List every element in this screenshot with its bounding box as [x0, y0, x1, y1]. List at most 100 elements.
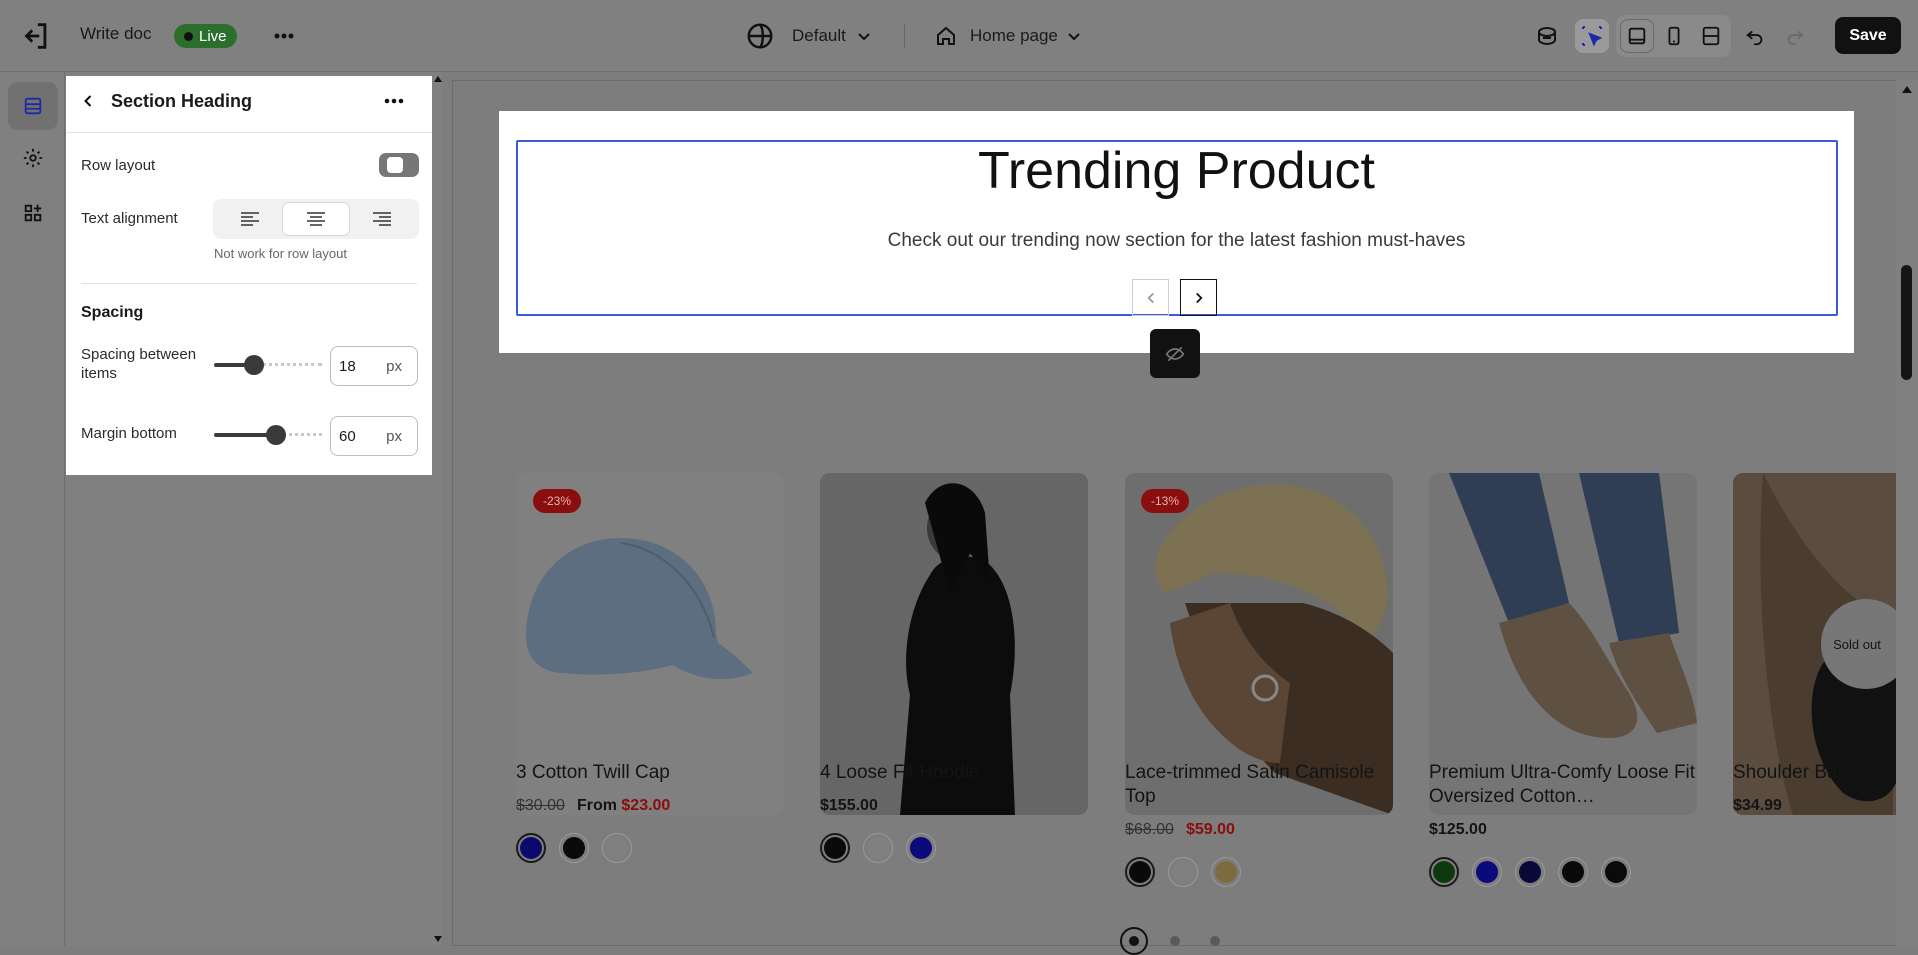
page-selector[interactable]: Home page: [934, 20, 1086, 52]
hide-section-button[interactable]: [1150, 329, 1200, 378]
text-alignment-label: Text alignment: [81, 210, 178, 227]
desktop-view-button[interactable]: [1620, 19, 1654, 53]
inspector-button[interactable]: [1575, 19, 1609, 53]
swatch-black[interactable]: [1125, 857, 1155, 887]
section-heading-title: Trending Product: [978, 142, 1375, 200]
swatch-black-2[interactable]: [1601, 857, 1631, 887]
align-left-button[interactable]: [217, 203, 283, 235]
from-prefix: From: [576, 797, 622, 814]
globe-icon: [747, 23, 773, 49]
panel-header-divider: [66, 132, 432, 133]
spacing-between-input[interactable]: 18 px: [330, 346, 418, 386]
section-subheading: Check out our trending now section for t…: [887, 230, 1466, 251]
carousel-next-button[interactable]: [1180, 279, 1217, 316]
section-divider: [81, 283, 417, 284]
product-name[interactable]: 4 Loose Fit Hoodie: [820, 761, 1088, 785]
product-price: $125.00: [1429, 821, 1487, 838]
carousel-dot[interactable]: [1210, 936, 1220, 946]
redo-button[interactable]: [1778, 19, 1812, 53]
chevron-left-icon: [1146, 292, 1154, 303]
row-layout-toggle[interactable]: [379, 153, 419, 177]
chevron-down-icon: [1068, 33, 1080, 41]
swatch-green[interactable]: [1429, 857, 1459, 887]
layout-icon: [1702, 26, 1720, 46]
ai-assistant-button[interactable]: [1530, 19, 1564, 53]
undo-button[interactable]: [1738, 19, 1772, 53]
swatch-beige[interactable]: [1211, 857, 1241, 887]
discount-badge: -13%: [1141, 489, 1190, 513]
panel-scrollbar[interactable]: [432, 72, 442, 946]
margin-bottom-value: 60: [339, 427, 356, 445]
top-bar: Write doc Live Default Home page Save: [0, 0, 1918, 72]
swatch-black[interactable]: [820, 833, 850, 863]
chevron-right-icon: [1195, 292, 1203, 303]
swatch-black[interactable]: [559, 833, 589, 863]
margin-bottom-label: Margin bottom: [81, 425, 177, 442]
panel-more-button[interactable]: [382, 90, 406, 117]
sale-price: From $23.00: [577, 797, 670, 814]
fullwidth-view-button[interactable]: [1694, 19, 1728, 53]
swatch-blue[interactable]: [906, 833, 936, 863]
product-price: $30.00 From $23.00: [516, 797, 670, 815]
exit-icon: [24, 23, 47, 49]
mobile-icon: [1668, 26, 1680, 46]
carousel-dot[interactable]: [1170, 936, 1180, 946]
sections-tab[interactable]: [8, 82, 58, 130]
assistant-icon: [1538, 27, 1556, 46]
slider-handle[interactable]: [244, 355, 264, 375]
chevron-left-icon: [84, 95, 92, 107]
carousel-prev-button[interactable]: [1132, 279, 1169, 316]
align-right-button[interactable]: [349, 203, 415, 235]
eye-off-icon: [1165, 346, 1185, 361]
compare-price: $68.00: [1125, 821, 1174, 838]
exit-button[interactable]: [18, 19, 52, 53]
carousel-dot-active[interactable]: [1120, 927, 1148, 955]
slider-handle[interactable]: [266, 425, 286, 445]
heading-section[interactable]: Trending Product Check out our trending …: [499, 111, 1854, 353]
swatch-white[interactable]: [1168, 857, 1198, 887]
swatch-blue[interactable]: [1472, 857, 1502, 887]
settings-tab[interactable]: [16, 141, 50, 175]
row-layout-label: Row layout: [81, 157, 156, 174]
product-name[interactable]: Shoulder Bag: [1733, 761, 1898, 785]
spacing-between-slider[interactable]: [214, 355, 322, 375]
more-dots-icon: [384, 98, 404, 104]
swatch-white[interactable]: [602, 833, 632, 863]
live-dot-icon: [184, 31, 193, 41]
sale-amount: $23.00: [621, 797, 671, 814]
alignment-note: Not work for row layout: [214, 246, 347, 261]
spacing-heading: Spacing: [81, 304, 144, 321]
swatch-white[interactable]: [863, 833, 893, 863]
swatch-black[interactable]: [1558, 857, 1588, 887]
margin-bottom-slider[interactable]: [214, 425, 322, 445]
swatch-navy[interactable]: [1515, 857, 1545, 887]
apps-icon: [24, 204, 42, 222]
scroll-thumb[interactable]: [1901, 265, 1912, 380]
undo-icon: [1746, 30, 1763, 46]
more-menu-button[interactable]: [271, 19, 297, 53]
header-divider: [904, 24, 905, 48]
apps-tab[interactable]: [16, 196, 50, 230]
mobile-view-button[interactable]: [1657, 19, 1691, 53]
redo-icon: [1787, 30, 1804, 46]
left-rail: [0, 72, 65, 946]
scroll-up-arrow-icon: [434, 76, 442, 82]
align-center-button[interactable]: [283, 203, 349, 235]
product-name[interactable]: Premium Ultra-Comfy Loose Fit Oversized …: [1429, 761, 1697, 809]
live-badge: Live: [174, 24, 237, 48]
theme-label: Default: [792, 26, 846, 45]
product-name[interactable]: Lace-trimmed Satin Camisole Top: [1125, 761, 1393, 809]
back-button[interactable]: [78, 90, 98, 117]
spacing-between-label: Spacing between items: [81, 346, 197, 382]
select-cursor-icon: [1582, 26, 1603, 47]
theme-selector[interactable]: Default: [745, 20, 876, 52]
sold-out-label: Sold out: [1833, 636, 1881, 652]
discount-badge: -23%: [533, 489, 582, 513]
margin-bottom-input[interactable]: 60 px: [330, 416, 418, 456]
product-name[interactable]: 3 Cotton Twill Cap: [516, 761, 784, 785]
swatch-navy[interactable]: [516, 833, 546, 863]
align-left-icon: [241, 212, 259, 226]
canvas-scrollbar[interactable]: [1896, 80, 1918, 946]
alignment-segmented-control: [213, 199, 419, 239]
save-button[interactable]: Save: [1835, 17, 1901, 54]
